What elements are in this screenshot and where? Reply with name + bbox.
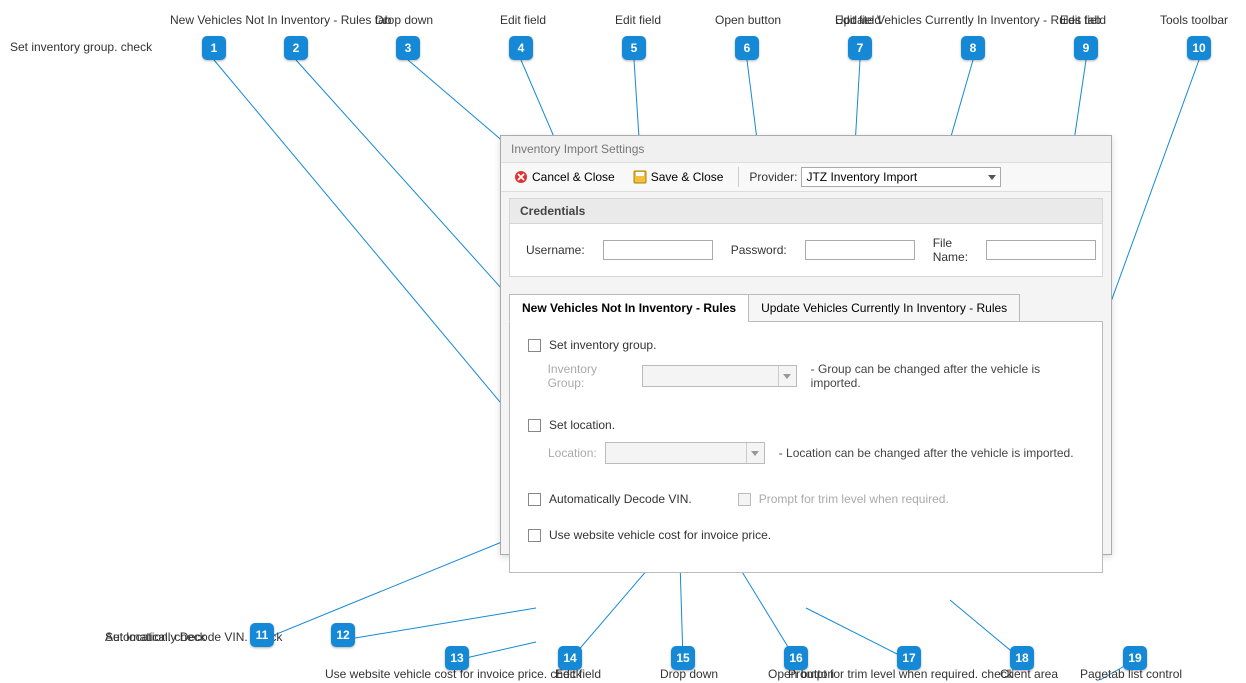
callout-label: Edit field	[1060, 13, 1106, 27]
callout-badge: 16	[784, 646, 808, 670]
callout-label: Edit field	[500, 13, 546, 27]
dialog-title: Inventory Import Settings	[501, 136, 1111, 163]
client-area: Set inventory group. Inventory Group: - …	[509, 321, 1103, 573]
callout-badge: 13	[445, 646, 469, 670]
callout-label: Drop down	[375, 13, 433, 27]
callout-badge: 10	[1187, 36, 1211, 60]
callout-badge: 15	[671, 646, 695, 670]
set-location-label: Set location.	[549, 418, 615, 432]
filename-input[interactable]	[986, 240, 1096, 260]
location-hint: - Location can be changed after the vehi…	[779, 446, 1074, 460]
provider-value: JTZ Inventory Import	[806, 170, 917, 184]
location-open-button[interactable]	[746, 443, 764, 463]
callout-badge: 7	[848, 36, 872, 60]
provider-label: Provider:	[749, 170, 797, 184]
callout-badge: 5	[622, 36, 646, 60]
callout-badge: 3	[396, 36, 420, 60]
callout-label: Edit field	[615, 13, 661, 27]
callout-label: Set inventory group. check	[10, 40, 152, 54]
save-icon	[633, 170, 647, 184]
callout-badge: 18	[1010, 646, 1034, 670]
tab-new-vehicles-rules[interactable]: New Vehicles Not In Inventory - Rules	[509, 294, 749, 322]
callout-label: Tools toolbar	[1160, 13, 1228, 27]
auto-decode-vin-label: Automatically Decode VIN.	[549, 492, 692, 506]
save-close-button[interactable]: Save & Close	[626, 167, 731, 187]
cancel-close-button[interactable]: Cancel & Close	[507, 167, 622, 187]
set-location-checkbox[interactable]	[528, 419, 541, 432]
location-dropdown[interactable]	[605, 442, 765, 464]
credentials-panel: Credentials Username: Password: File Nam…	[509, 198, 1103, 277]
pagetab-list: New Vehicles Not In Inventory - Rules Up…	[509, 293, 1103, 573]
tools-toolbar: Cancel & Close Save & Close Provider: JT…	[501, 163, 1111, 192]
inventory-import-settings-dialog: Inventory Import Settings Cancel & Close…	[500, 135, 1112, 555]
password-input[interactable]	[805, 240, 915, 260]
password-label: Password:	[731, 243, 787, 257]
callout-label: Open button	[715, 13, 781, 27]
toolbar-separator	[738, 167, 739, 187]
credentials-header: Credentials	[510, 199, 1102, 224]
callout-badge: 12	[331, 623, 355, 647]
callout-badge: 8	[961, 36, 985, 60]
prompt-trim-checkbox[interactable]	[738, 493, 751, 506]
callout-badge: 19	[1123, 646, 1147, 670]
use-website-cost-label: Use website vehicle cost for invoice pri…	[549, 528, 771, 542]
cancel-close-label: Cancel & Close	[532, 170, 615, 184]
save-close-label: Save & Close	[651, 170, 724, 184]
auto-decode-vin-checkbox[interactable]	[528, 493, 541, 506]
username-input[interactable]	[603, 240, 713, 260]
inventory-group-dropdown[interactable]	[642, 365, 797, 387]
callout-badge: 2	[284, 36, 308, 60]
inventory-group-open-button[interactable]	[778, 366, 796, 386]
inventory-group-label: Inventory Group:	[548, 362, 634, 390]
callout-badge: 11	[250, 623, 274, 647]
filename-label: File Name:	[933, 236, 968, 264]
callout-badge: 1	[202, 36, 226, 60]
set-inventory-group-checkbox[interactable]	[528, 339, 541, 352]
set-inventory-group-label: Set inventory group.	[549, 338, 656, 352]
callout-badge: 17	[897, 646, 921, 670]
provider-dropdown[interactable]: JTZ Inventory Import	[801, 167, 1001, 187]
inventory-group-hint: - Group can be changed after the vehicle…	[811, 362, 1084, 390]
tab-update-vehicles-rules[interactable]: Update Vehicles Currently In Inventory -…	[748, 294, 1020, 322]
callout-badge: 4	[509, 36, 533, 60]
callout-label: New Vehicles Not In Inventory - Rules ta…	[170, 13, 391, 27]
callout-badge: 14	[558, 646, 582, 670]
callout-badge: 6	[735, 36, 759, 60]
prompt-trim-label: Prompt for trim level when required.	[759, 492, 949, 506]
location-label: Location:	[548, 446, 597, 460]
callout-badge: 9	[1074, 36, 1098, 60]
username-label: Username:	[526, 243, 585, 257]
cancel-icon	[514, 170, 528, 184]
use-website-cost-checkbox[interactable]	[528, 529, 541, 542]
